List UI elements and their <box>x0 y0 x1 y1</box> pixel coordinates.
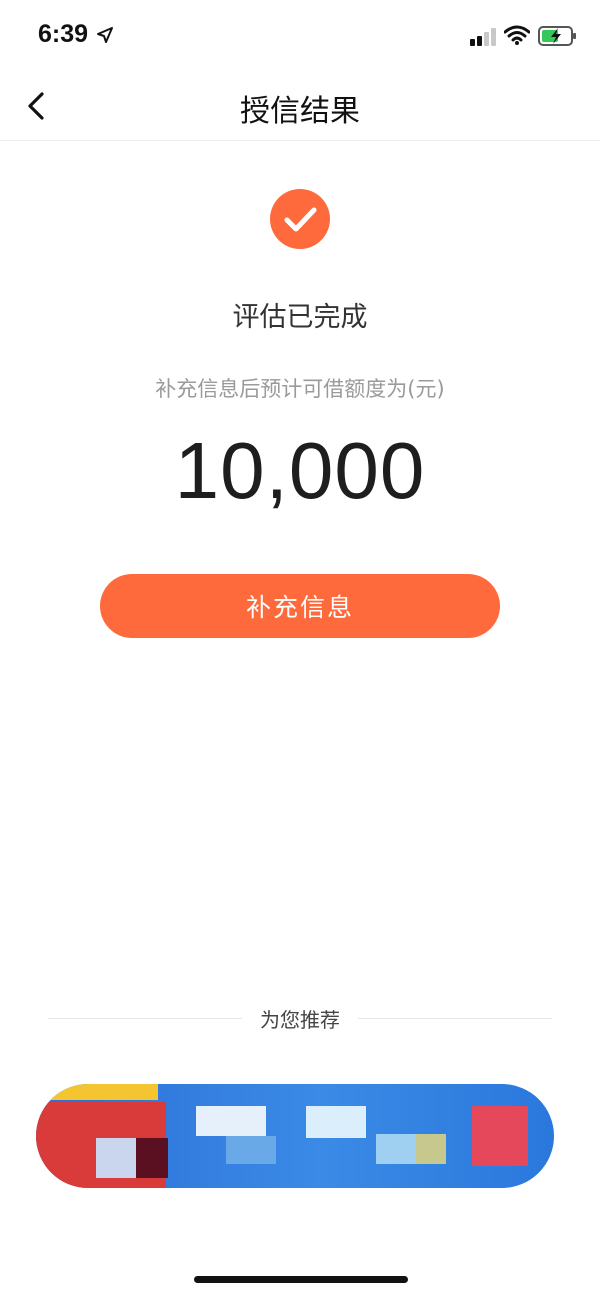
cellular-signal-icon <box>470 28 496 46</box>
result-title: 评估已完成 <box>232 302 368 333</box>
divider-line-right <box>358 1017 552 1019</box>
banner-image-block <box>96 1138 136 1178</box>
page-title: 授信结果 <box>240 94 360 129</box>
recommend-divider: 为您推荐 <box>48 1000 552 1036</box>
status-bar: 6:39 <box>0 0 600 72</box>
promo-banner[interactable] <box>36 1084 554 1188</box>
amount-value: 10,000 <box>174 426 426 515</box>
recommend-title: 为您推荐 <box>260 1007 340 1032</box>
wifi-icon <box>504 25 530 45</box>
divider-line-left <box>48 1017 242 1019</box>
banner-image-block <box>306 1106 366 1138</box>
location-arrow-icon <box>97 27 113 43</box>
battery-charging-icon <box>538 26 576 46</box>
banner-image-block <box>226 1136 276 1164</box>
status-time: 6:39 <box>38 20 89 48</box>
banner-image-block <box>472 1106 528 1166</box>
home-indicator <box>194 1276 408 1283</box>
banner-image-block <box>416 1134 446 1164</box>
supplement-info-button[interactable]: 补充信息 <box>100 574 500 638</box>
nav-bar: 授信结果 <box>0 72 600 141</box>
check-circle-icon <box>270 189 330 249</box>
banner-image-block <box>40 1084 158 1100</box>
banner-image-block <box>136 1138 168 1178</box>
banner-image-block <box>196 1106 266 1136</box>
amount-label: 补充信息后预计可借额度为(元) <box>155 377 445 401</box>
